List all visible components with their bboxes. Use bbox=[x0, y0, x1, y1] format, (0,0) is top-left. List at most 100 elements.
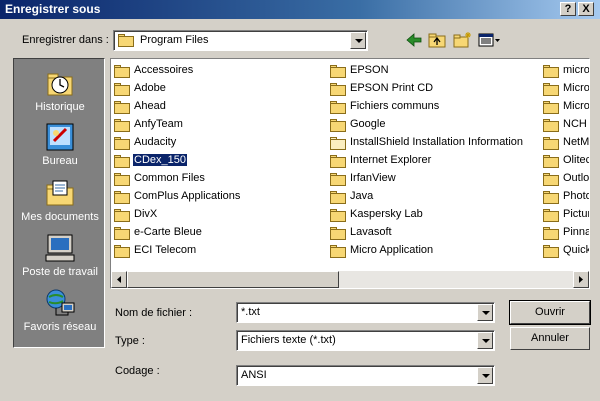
horizontal-scrollbar[interactable] bbox=[111, 271, 589, 288]
up-folder-icon[interactable] bbox=[426, 30, 448, 50]
folder-icon bbox=[330, 245, 346, 258]
file-list[interactable]: Accessoires Adobe Ahead AnfyTeam Audacity CDe… bbox=[110, 58, 590, 289]
folder-icon bbox=[114, 65, 130, 78]
folder-icon bbox=[543, 83, 559, 96]
folder-icon bbox=[543, 101, 559, 114]
folder-name: Accessoires bbox=[134, 64, 194, 76]
type-select[interactable]: Fichiers texte (*.txt) bbox=[236, 330, 495, 351]
folder-name: Micro Application bbox=[350, 244, 434, 256]
network-places-icon bbox=[44, 287, 76, 319]
folder-name: e-Carte Bleue bbox=[134, 226, 202, 238]
cancel-button[interactable]: Annuler bbox=[510, 327, 590, 350]
folder-name: Lavasoft bbox=[350, 226, 392, 238]
place-desktop[interactable]: Bureau bbox=[14, 121, 106, 167]
folder-icon bbox=[543, 227, 559, 240]
open-button-label: Ouvrir bbox=[535, 306, 565, 318]
folder-icon bbox=[543, 191, 559, 204]
help-button[interactable]: ? bbox=[560, 2, 576, 16]
folder-name: Kaspersky Lab bbox=[350, 208, 423, 220]
place-my-documents[interactable]: Mes documents bbox=[14, 177, 106, 223]
folder-name: Pinna bbox=[563, 226, 590, 238]
folder-name: Outlo bbox=[563, 172, 590, 184]
history-icon bbox=[44, 67, 76, 99]
save-in-value: Program Files bbox=[140, 34, 209, 46]
type-value: Fichiers texte (*.txt) bbox=[241, 334, 336, 346]
filename-input[interactable]: *.txt bbox=[236, 302, 495, 323]
folder-icon bbox=[543, 155, 559, 168]
desktop-icon bbox=[44, 121, 76, 153]
folder-name: Google bbox=[350, 118, 386, 130]
folder-icon bbox=[114, 119, 130, 132]
folder-name: Olitec bbox=[563, 154, 590, 166]
folder-icon bbox=[330, 119, 346, 132]
window-title: Enregistrer sous bbox=[5, 2, 101, 16]
folder-name: IrfanView bbox=[350, 172, 396, 184]
place-label: Favoris réseau bbox=[23, 321, 97, 333]
folder-icon bbox=[114, 155, 130, 168]
encoding-select[interactable]: ANSI bbox=[236, 365, 495, 386]
encoding-label: Codage : bbox=[115, 365, 160, 377]
folder-icon bbox=[114, 209, 130, 222]
scroll-thumb[interactable] bbox=[127, 271, 339, 288]
folder-icon bbox=[330, 101, 346, 114]
place-my-computer[interactable]: Poste de travail bbox=[14, 232, 106, 278]
folder-name: Pictur bbox=[563, 208, 590, 220]
open-button[interactable]: Ouvrir bbox=[509, 300, 591, 325]
folder-icon bbox=[114, 137, 130, 150]
type-label: Type : bbox=[115, 335, 145, 347]
folder-name: CDex_150 bbox=[133, 154, 187, 166]
chevron-down-icon[interactable] bbox=[477, 332, 493, 349]
close-button[interactable]: X bbox=[578, 2, 594, 16]
folder-icon bbox=[543, 209, 559, 222]
folder-name: Quick bbox=[563, 244, 590, 256]
folder-name: Ahead bbox=[134, 100, 166, 112]
folder-name: Fichiers communs bbox=[350, 100, 440, 112]
folder-icon bbox=[330, 173, 346, 186]
folder-name: AnfyTeam bbox=[134, 118, 183, 130]
place-label: Poste de travail bbox=[22, 266, 98, 278]
folder-icon bbox=[330, 83, 346, 96]
folder-name: DivX bbox=[134, 208, 158, 220]
folder-icon bbox=[330, 209, 346, 222]
chevron-down-icon[interactable] bbox=[477, 367, 493, 384]
place-label: Bureau bbox=[42, 155, 78, 167]
view-menu-icon[interactable] bbox=[476, 30, 502, 50]
folder-name: micro bbox=[563, 64, 590, 76]
close-icon: X bbox=[582, 3, 590, 15]
folder-name: Common Files bbox=[134, 172, 205, 184]
folder-name: EPSON bbox=[350, 64, 389, 76]
folder-icon bbox=[330, 137, 346, 150]
folder-icon bbox=[114, 173, 130, 186]
save-in-label: Enregistrer dans : bbox=[22, 34, 109, 46]
filename-value: *.txt bbox=[241, 306, 260, 318]
chevron-down-icon[interactable] bbox=[477, 304, 493, 321]
place-network[interactable]: Favoris réseau bbox=[14, 287, 106, 333]
folder-icon bbox=[114, 83, 130, 96]
place-history[interactable]: Historique bbox=[14, 67, 106, 113]
folder-name: ECI Telecom bbox=[134, 244, 197, 256]
new-folder-icon[interactable] bbox=[451, 30, 473, 50]
folder-name: EPSON Print CD bbox=[350, 82, 434, 94]
folder-icon bbox=[114, 191, 130, 204]
place-label: Mes documents bbox=[21, 211, 99, 223]
scroll-left-button[interactable] bbox=[111, 271, 127, 288]
folder-icon bbox=[543, 137, 559, 150]
help-icon: ? bbox=[564, 3, 572, 15]
back-icon[interactable] bbox=[403, 30, 425, 50]
folder-name: InstallShield Installation Information bbox=[350, 136, 524, 148]
my-computer-icon bbox=[44, 232, 76, 264]
folder-icon bbox=[330, 191, 346, 204]
folder-name: Java bbox=[350, 190, 374, 202]
scroll-right-button[interactable] bbox=[573, 271, 589, 288]
folder-icon bbox=[330, 65, 346, 78]
chevron-down-icon[interactable] bbox=[350, 32, 366, 49]
folder-name: Micro bbox=[563, 82, 590, 94]
title-bar: Enregistrer sous ? X bbox=[0, 0, 600, 19]
my-documents-icon bbox=[44, 177, 76, 209]
encoding-value: ANSI bbox=[241, 369, 267, 381]
places-bar: Historique Bureau Mes documents Poste de… bbox=[13, 58, 105, 348]
folder-icon bbox=[330, 155, 346, 168]
folder-icon bbox=[543, 173, 559, 186]
save-in-combo[interactable]: Program Files bbox=[113, 30, 368, 51]
filename-label: Nom de fichier : bbox=[115, 307, 193, 319]
